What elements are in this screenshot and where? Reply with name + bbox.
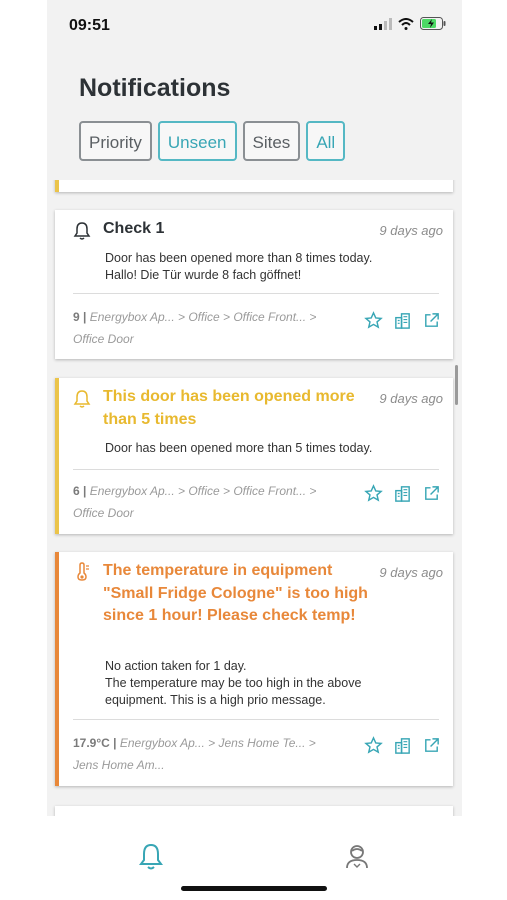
status-bar: 09:51 xyxy=(47,0,462,50)
divider xyxy=(73,469,439,470)
card-actions xyxy=(364,311,441,330)
card-path-end: Office Door xyxy=(73,506,134,520)
phone-screen: 09:51 Notifications Priority Unseen Site… xyxy=(47,0,462,900)
priority-bar xyxy=(55,552,59,786)
divider xyxy=(73,293,439,294)
home-indicator[interactable] xyxy=(181,886,327,891)
filter-all[interactable]: All xyxy=(306,121,346,161)
card-value: 17.9°C | xyxy=(73,736,117,750)
card-location: 6 | Energybox Ap... > Office > Office Fr… xyxy=(73,480,343,524)
card-time: 9 days ago xyxy=(379,223,443,238)
star-icon[interactable] xyxy=(364,311,383,330)
card-path: Energybox Ap... > Office > Office Front.… xyxy=(89,310,317,324)
notification-card[interactable]: The temperature in equipment "Small Frid… xyxy=(55,552,453,786)
card-title: Check 1 xyxy=(103,220,165,237)
filter-unseen[interactable]: Unseen xyxy=(157,121,237,161)
filter-tabs: Priority Unseen Sites All xyxy=(79,121,346,161)
external-link-icon[interactable] xyxy=(422,311,441,330)
card-path: Energybox Ap... > Jens Home Te... > xyxy=(119,736,316,750)
priority-bar xyxy=(55,378,59,534)
notification-card[interactable]: This door has been opened more than 5 ti… xyxy=(55,378,453,534)
card-body-line: Door has been opened more than 8 times t… xyxy=(105,251,373,265)
star-icon[interactable] xyxy=(364,484,383,503)
card-value: 6 | xyxy=(73,484,87,498)
card-body: Door has been opened more than 5 times t… xyxy=(105,440,405,457)
card-path: Energybox Ap... > Office > Office Front.… xyxy=(89,484,317,498)
card-location: 17.9°C | Energybox Ap... > Jens Home Te.… xyxy=(73,732,343,776)
star-icon[interactable] xyxy=(364,736,383,755)
bell-icon[interactable] xyxy=(138,842,164,872)
building-icon[interactable] xyxy=(393,484,412,503)
card-path-end: Jens Home Am... xyxy=(73,758,165,772)
card-body-line: Door has been opened more than 5 times t… xyxy=(105,441,373,455)
card-location: 9 | Energybox Ap... > Office > Office Fr… xyxy=(73,306,343,350)
thermometer-icon xyxy=(73,562,91,587)
notification-list[interactable]: Check 1 9 days ago Door has been opened … xyxy=(47,180,462,816)
card-body-line: No action taken for 1 day. xyxy=(105,659,247,673)
card-path-end: Office Door xyxy=(73,332,134,346)
card-actions xyxy=(364,736,441,755)
partial-card-top xyxy=(55,180,453,192)
signal-icon xyxy=(374,17,392,30)
external-link-icon[interactable] xyxy=(422,736,441,755)
card-value: 9 | xyxy=(73,310,87,324)
battery-icon xyxy=(420,17,446,30)
card-body: Door has been opened more than 8 times t… xyxy=(105,250,405,284)
status-time: 09:51 xyxy=(69,17,110,34)
building-icon[interactable] xyxy=(393,311,412,330)
card-body: No action taken for 1 day. The temperatu… xyxy=(105,658,405,709)
wifi-icon xyxy=(398,17,414,30)
notification-card[interactable]: Check 1 9 days ago Door has been opened … xyxy=(55,210,453,359)
bell-icon xyxy=(73,389,91,414)
partial-card-bottom xyxy=(55,806,453,816)
card-body-line: The temperature may be too high in the a… xyxy=(105,676,362,707)
divider xyxy=(73,719,439,720)
status-icons xyxy=(374,17,446,30)
card-title: This door has been opened more than 5 ti… xyxy=(103,388,355,428)
card-title: The temperature in equipment "Small Frid… xyxy=(103,562,368,624)
page-title: Notifications xyxy=(79,74,231,102)
external-link-icon[interactable] xyxy=(422,484,441,503)
filter-sites[interactable]: Sites xyxy=(242,121,301,161)
card-time: 9 days ago xyxy=(379,565,443,580)
card-actions xyxy=(364,484,441,503)
filter-priority[interactable]: Priority xyxy=(79,121,152,161)
scrollbar[interactable] xyxy=(455,365,458,405)
bell-icon xyxy=(73,221,91,246)
card-time: 9 days ago xyxy=(379,391,443,406)
profile-icon[interactable] xyxy=(344,842,370,872)
building-icon[interactable] xyxy=(393,736,412,755)
card-body-line: Hallo! Die Tür wurde 8 fach göffnet! xyxy=(105,268,302,282)
